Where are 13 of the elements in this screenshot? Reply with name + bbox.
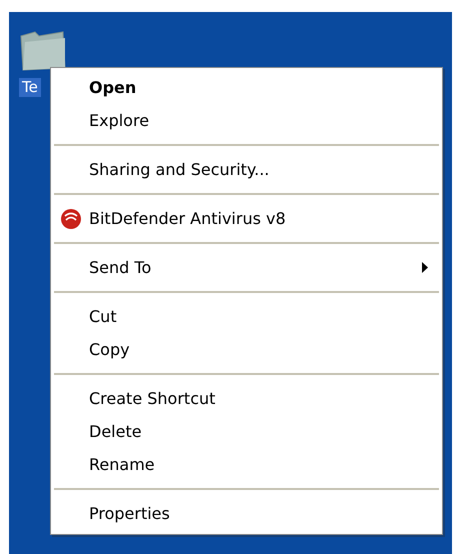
menu-item[interactable]: BitDefender Antivirus v8 xyxy=(53,202,440,235)
menu-item[interactable]: Rename xyxy=(53,448,440,481)
menu-item[interactable]: Copy xyxy=(53,333,440,366)
menu-item[interactable]: Explore xyxy=(53,104,440,137)
menu-item[interactable]: Send To xyxy=(53,251,440,284)
menu-item[interactable]: Cut xyxy=(53,300,440,333)
menu-item[interactable]: Delete xyxy=(53,415,440,448)
menu-item[interactable]: Sharing and Security... xyxy=(53,153,440,186)
folder-icon[interactable] xyxy=(19,30,67,72)
menu-item[interactable]: Create Shortcut xyxy=(53,382,440,415)
menu-item[interactable]: Properties xyxy=(53,497,440,530)
menu-item[interactable]: Open xyxy=(53,71,440,104)
icon-label[interactable]: Te xyxy=(19,78,41,97)
